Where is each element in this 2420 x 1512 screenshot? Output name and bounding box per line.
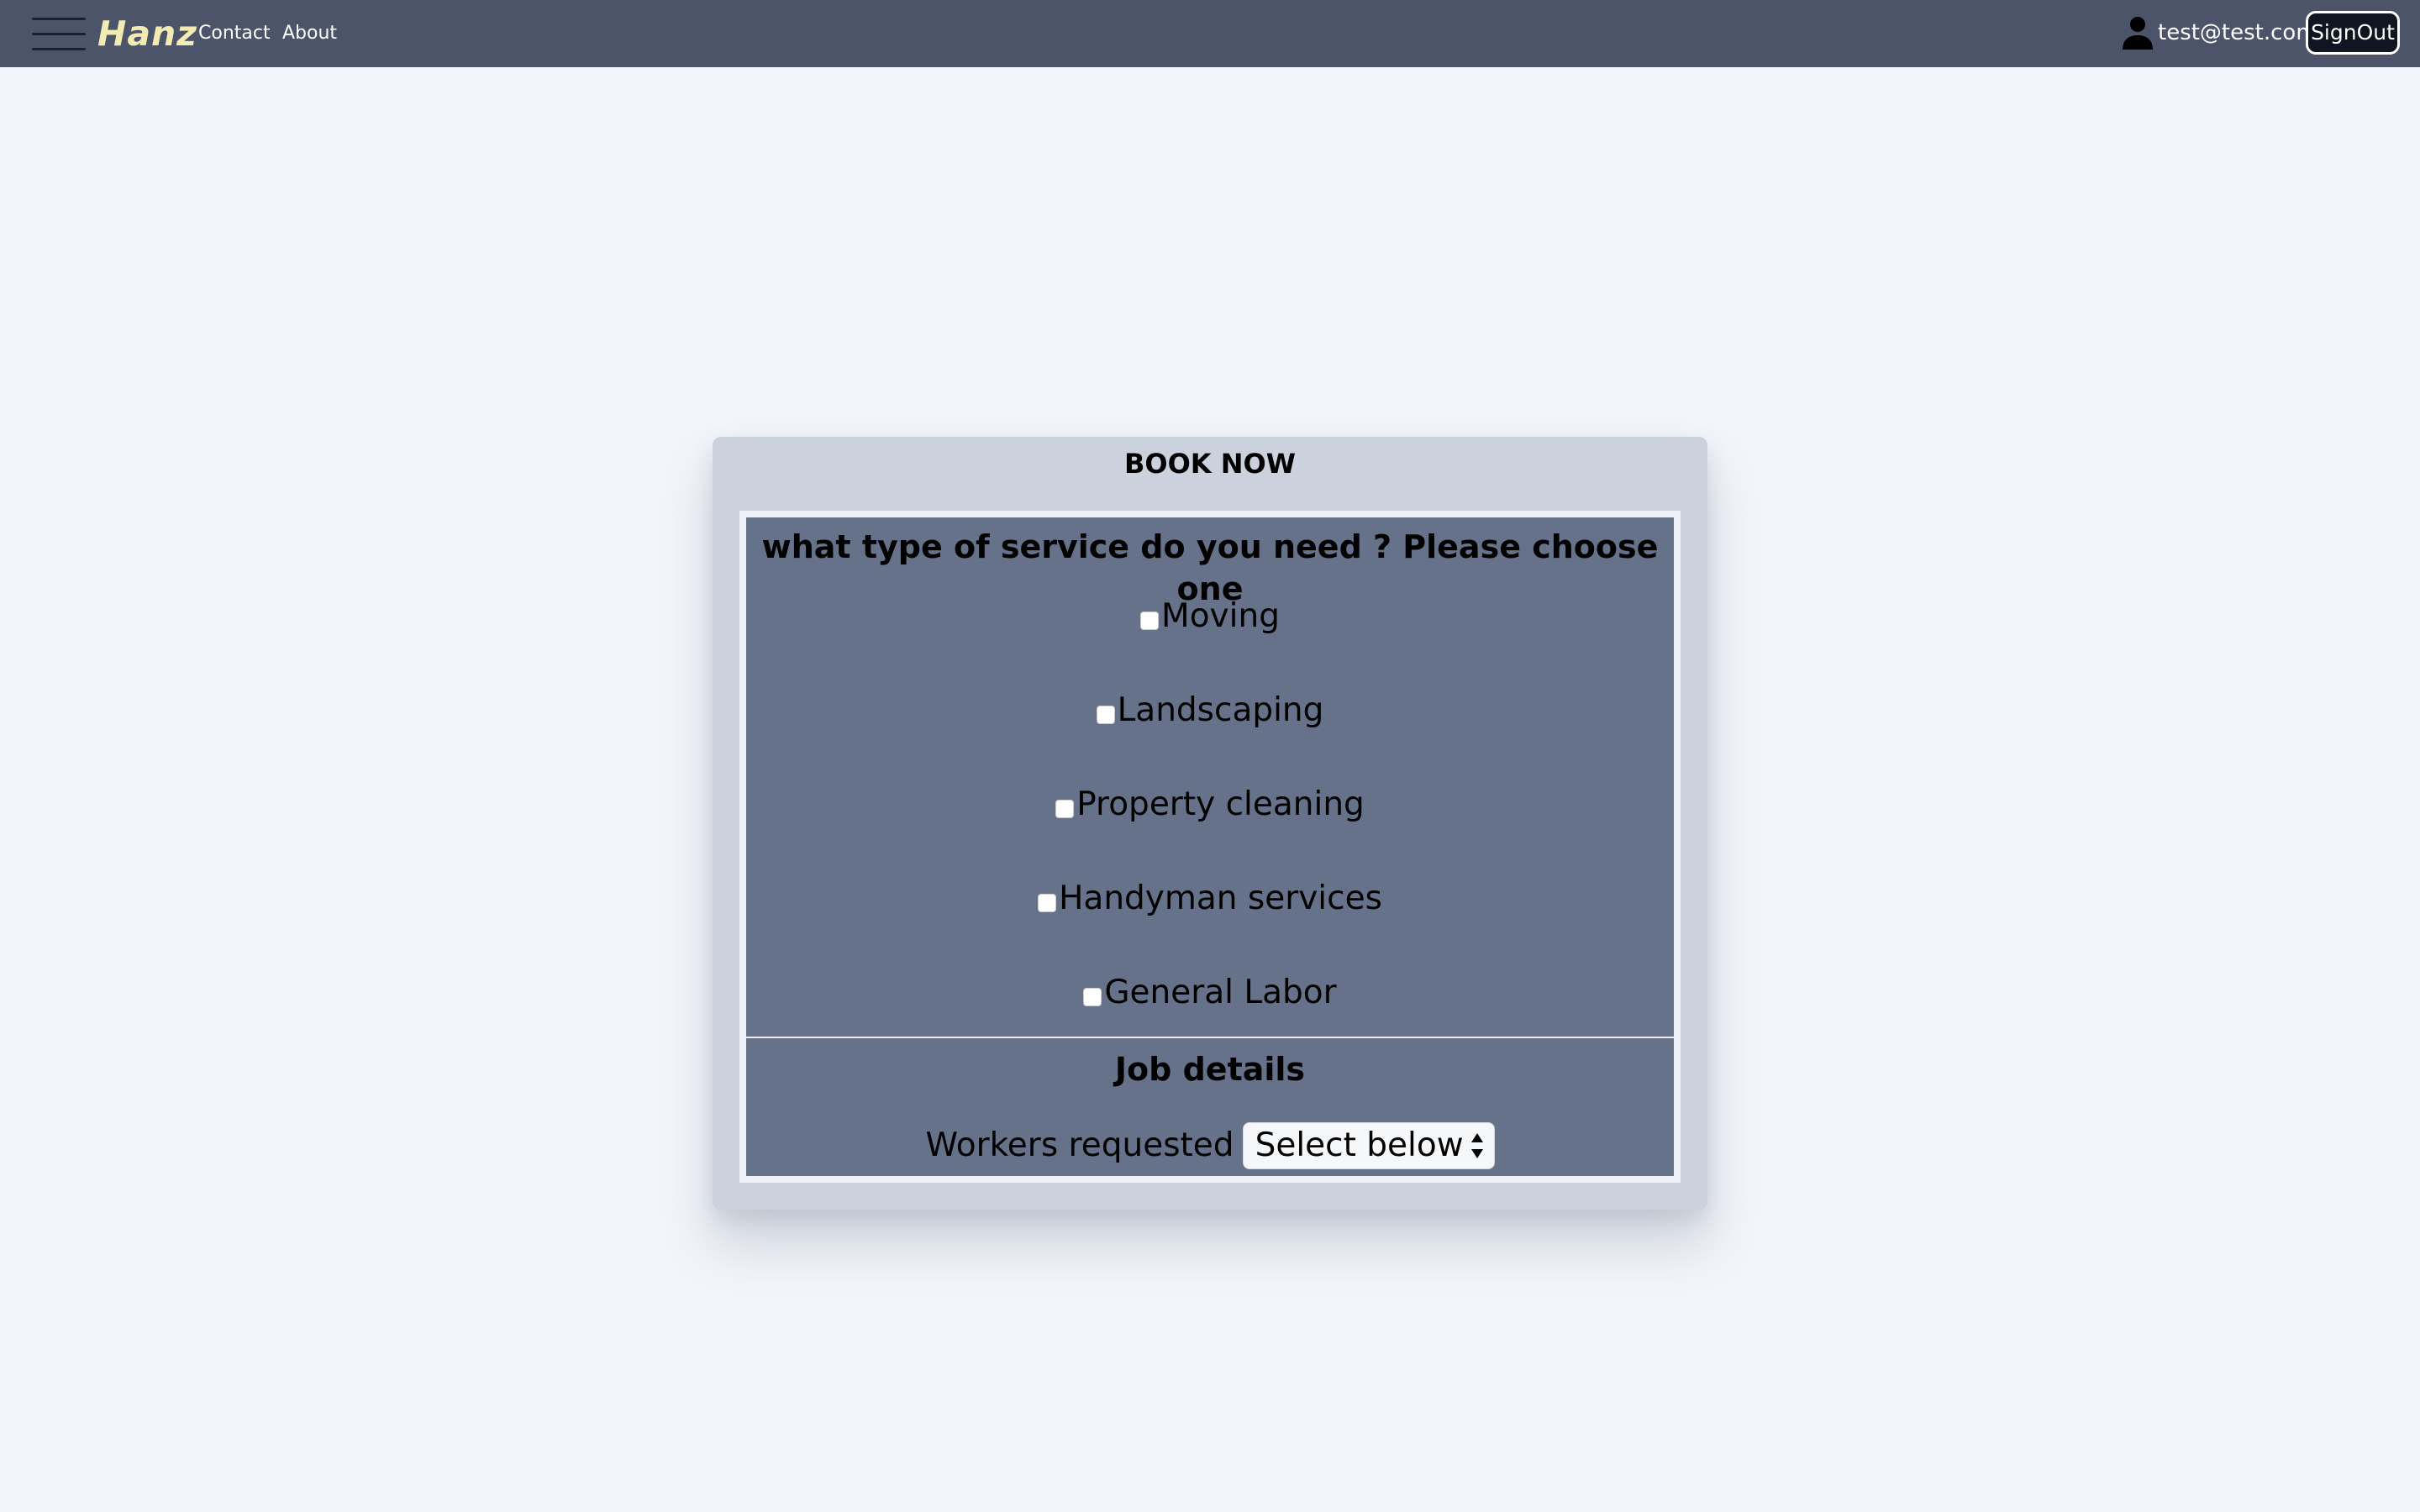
service-label: General Labor <box>1104 974 1337 1011</box>
service-option-general-labor[interactable]: General Labor <box>746 969 1674 1016</box>
service-option-property-cleaning[interactable]: Property cleaning <box>746 781 1674 828</box>
select-value: Select below <box>1255 1126 1464 1164</box>
booking-title: BOOK NOW <box>1123 448 1296 480</box>
service-option-handyman[interactable]: Handyman services <box>746 875 1674 922</box>
hamburger-menu-icon[interactable] <box>32 16 86 51</box>
signout-button[interactable]: SignOut <box>2306 11 2400 55</box>
service-label: Moving <box>1161 597 1280 635</box>
property-cleaning-checkbox[interactable] <box>1055 800 1075 818</box>
service-label: Landscaping <box>1117 691 1324 729</box>
user-icon <box>2123 17 2153 50</box>
select-arrows-icon <box>1470 1133 1483 1158</box>
service-label: Handyman services <box>1059 879 1382 917</box>
nav-link-about[interactable]: About <box>282 18 337 49</box>
workers-requested-select[interactable]: Select below <box>1242 1122 1495 1169</box>
landscaping-checkbox[interactable] <box>1096 706 1115 724</box>
nav-link-contact[interactable]: Contact <box>198 18 271 49</box>
brand-logo[interactable]: Hanz <box>97 10 197 57</box>
job-details-heading: Job details <box>1114 1051 1306 1088</box>
workers-requested-label: Workers requested <box>925 1126 1234 1164</box>
user-email: test@test.com <box>2158 20 2317 45</box>
section-divider <box>746 1037 1674 1038</box>
services-section: what type of service do you need ? Pleas… <box>746 517 1674 1037</box>
top-navbar: Hanz Contact About test@test.com SignOut <box>0 0 2420 67</box>
booking-form: what type of service do you need ? Pleas… <box>739 511 1681 1183</box>
workers-requested-row: Workers requested Select below <box>746 1121 1674 1171</box>
service-option-landscaping[interactable]: Landscaping <box>746 687 1674 734</box>
moving-checkbox[interactable] <box>1140 612 1160 630</box>
handyman-checkbox[interactable] <box>1038 894 1057 912</box>
booking-card: BOOK NOW what type of service do you nee… <box>713 437 1707 1210</box>
service-label: Property cleaning <box>1076 785 1365 823</box>
service-option-moving[interactable]: Moving <box>746 593 1674 640</box>
general-labor-checkbox[interactable] <box>1083 988 1102 1006</box>
